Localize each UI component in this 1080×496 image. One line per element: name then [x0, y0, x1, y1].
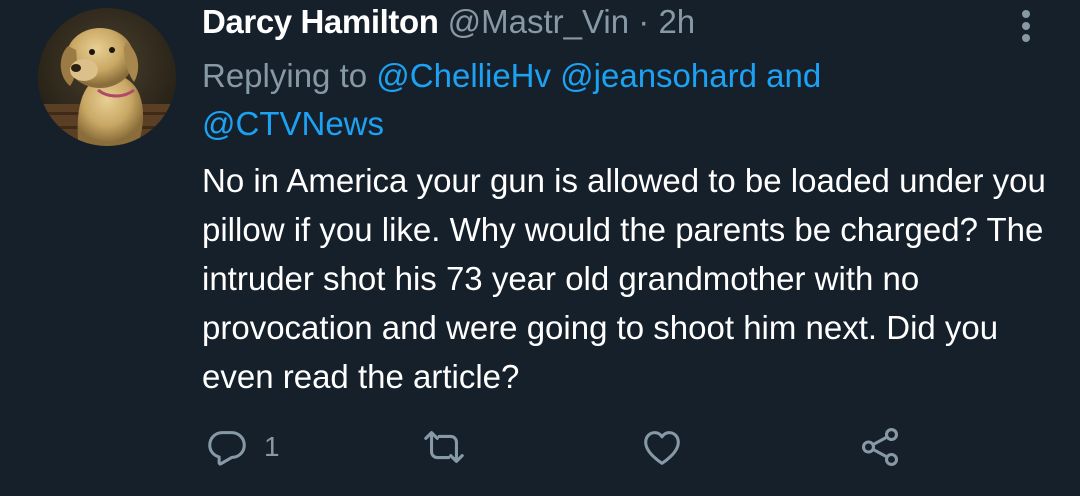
tweet-text: No in America your gun is allowed to be …	[202, 162, 1046, 395]
reply-icon	[208, 431, 246, 466]
mention-jeansohard[interactable]: @jeansohard	[560, 57, 757, 94]
avatar[interactable]	[38, 8, 176, 146]
share-icon	[861, 428, 899, 466]
timestamp[interactable]: 2h	[658, 3, 695, 40]
tweet[interactable]: Darcy Hamilton @Mastr_Vin · 2h Replying …	[0, 0, 1080, 496]
replying-to-label: Replying to	[202, 57, 368, 94]
dog-avatar-image	[38, 8, 176, 146]
vertical-ellipsis-icon	[1022, 10, 1030, 18]
replying-to: Replying to @ChellieHv @jeansohard and @…	[202, 52, 1022, 148]
mention-ctvnews[interactable]: @CTVNews	[202, 105, 384, 142]
retweet-icon	[424, 431, 464, 463]
like-button[interactable]	[638, 422, 686, 472]
and-word: and	[766, 57, 822, 94]
reply-count: 1	[264, 431, 280, 462]
like-icon	[644, 431, 680, 465]
tweet-actions: 1	[0, 422, 1080, 472]
separator-dot: ·	[638, 3, 650, 40]
retweet-button[interactable]	[420, 422, 468, 472]
more-options-button[interactable]	[1014, 4, 1038, 44]
share-button[interactable]	[856, 422, 904, 472]
reply-button[interactable]: 1	[204, 422, 280, 472]
display-name[interactable]: Darcy Hamilton	[202, 3, 439, 40]
user-handle[interactable]: @Mastr_Vin	[448, 3, 629, 40]
tweet-header: Darcy Hamilton @Mastr_Vin · 2h	[202, 0, 695, 44]
mention-chelliehv[interactable]: @ChellieHv	[376, 57, 551, 94]
